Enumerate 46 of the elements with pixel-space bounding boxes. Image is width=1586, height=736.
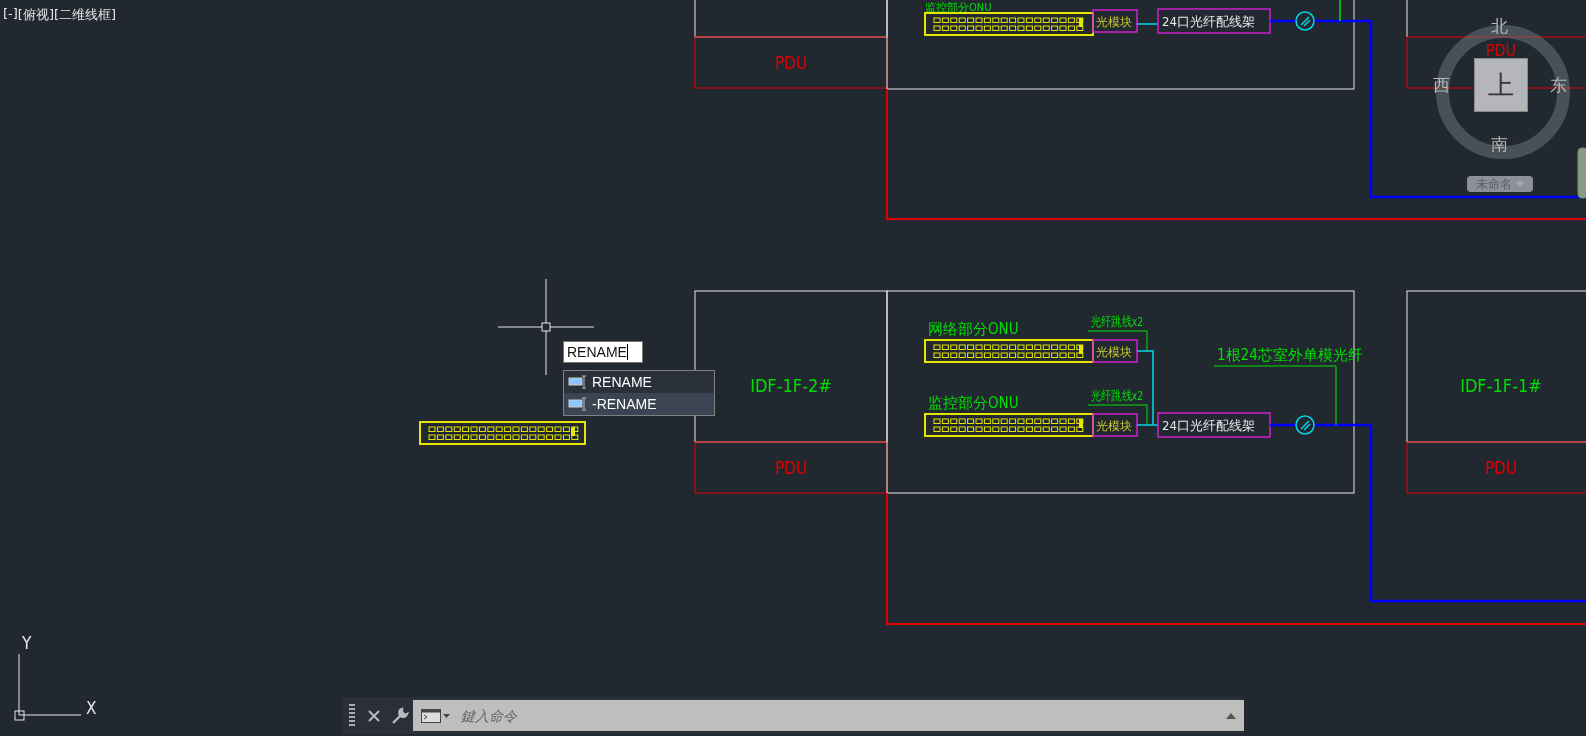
rack-outline — [1406, 0, 1408, 38]
compass-west[interactable]: 西 — [1433, 74, 1450, 97]
patch-panel-label: 24口光纤配线架 — [1162, 14, 1255, 29]
splice-icon — [1295, 11, 1315, 31]
viewport-control[interactable]: [俯视] — [17, 6, 54, 24]
splice-icon — [1295, 415, 1315, 435]
view-cube-face[interactable]: 上 — [1474, 58, 1528, 112]
y-axis-label: Y — [22, 633, 32, 653]
compass-east[interactable]: 东 — [1550, 74, 1567, 97]
onu-label: 监控部分ONU — [928, 394, 1019, 412]
ucs-axes-icon — [14, 653, 82, 721]
module-box — [1092, 9, 1138, 33]
leader-line — [1339, 0, 1341, 22]
command-icon — [568, 397, 588, 411]
module-label: 光模块 — [1096, 419, 1132, 433]
compass-south[interactable]: 南 — [1491, 133, 1508, 156]
x-axis-label: X — [86, 698, 97, 718]
module-box — [1092, 413, 1138, 437]
viewport-control[interactable]: [二维线框] — [54, 6, 117, 24]
viewport-control[interactable]: [-] — [3, 6, 18, 24]
command-icon — [568, 375, 588, 389]
caret-icon — [1516, 181, 1524, 187]
module-label: 光模块 — [1096, 345, 1132, 359]
pdu-label: PDU — [1484, 458, 1518, 478]
panel-edge — [1577, 147, 1586, 199]
rack-label: IDF-1F-1# — [1460, 375, 1542, 396]
patch-panel-label: 24口光纤配线架 — [1162, 418, 1255, 433]
pdu-label: PDU — [774, 458, 808, 478]
input-text: RENAME — [567, 344, 627, 360]
onu-label: 监控部分ONU — [925, 1, 992, 14]
autocomplete-item[interactable]: RENAME — [564, 371, 714, 393]
autocomplete-item[interactable]: -RENAME — [564, 393, 714, 415]
pdu-label: PDU — [1485, 41, 1517, 60]
compass-north[interactable]: 北 — [1491, 15, 1508, 38]
fiber-label: 1根24芯室外单模光纤 — [1217, 346, 1363, 364]
rack-label: IDF-1F-2# — [750, 375, 832, 396]
command-input-field[interactable]: 鍵入命令 — [459, 706, 1218, 725]
module-label: 光模块 — [1096, 15, 1132, 29]
command-field[interactable]: 鍵入命令 — [413, 700, 1244, 731]
pdu-label: PDU — [774, 53, 808, 73]
command-input[interactable]: RENAME — [563, 341, 643, 363]
onu-label: 网络部分ONU — [928, 320, 1019, 338]
cable-line — [1136, 23, 1159, 25]
terminal-icon — [421, 708, 451, 723]
module-box — [1092, 339, 1138, 363]
up-arrow-icon[interactable] — [1226, 712, 1236, 719]
